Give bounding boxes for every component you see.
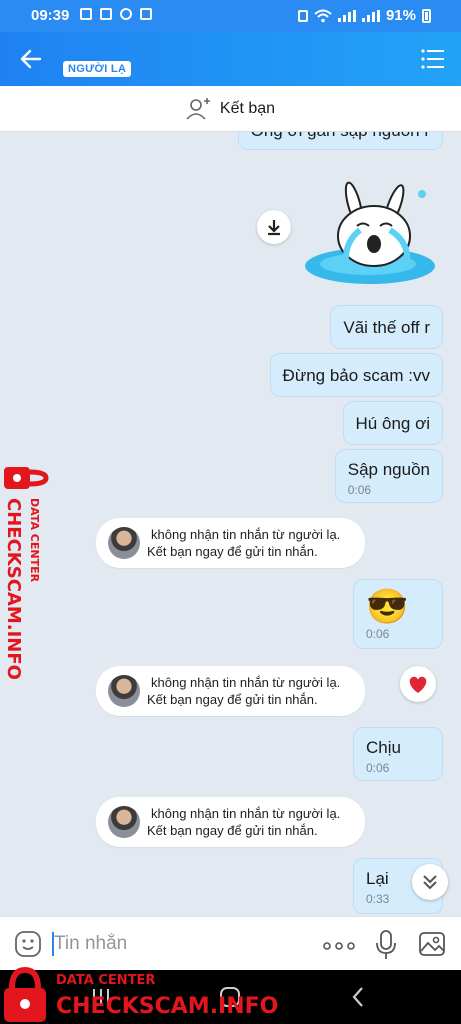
signal-icon-2 [361,9,380,22]
chat-messages[interactable]: Ông ơi gần sập nguồn r Vãi thế off r Đừn… [0,132,461,916]
status-time: 09:39 [31,7,70,24]
download-icon [268,220,280,236]
message-composer [0,916,461,970]
chat-header: NGƯỜI LẠ [0,32,461,86]
watermark-line-2: CHECKSCAM.INFO [3,498,24,680]
more-options-icon[interactable] [323,942,355,950]
message-bubble[interactable]: Ông ơi gần sập nguồn r [237,132,443,150]
notice-line-2: Kết bạn ngay để gửi tin nhắn. [147,692,318,707]
message-time: 0:06 [366,627,390,641]
message-bubble[interactable]: Sập nguồn 0:06 [334,449,443,503]
notice-line-2: Kết bạn ngay để gửi tin nhắn. [147,544,318,559]
watermark-bottom-line-1: DATA CENTER [56,973,155,988]
crying-rabbit-sticker[interactable] [302,174,442,286]
screenshot-notification-icon [140,8,152,20]
microphone-icon[interactable] [375,929,397,961]
message-input[interactable] [52,931,302,957]
lock-icon [297,9,308,22]
stranger-badge: NGƯỜI LẠ [63,61,132,77]
add-friend-label: Kết bạn [219,99,276,117]
system-notice: không nhận tin nhắn từ người lạ. Kết bạn… [96,518,365,568]
checkscam-watermark-vertical: DATA CENTER CHECKSCAM.INFO [3,467,49,680]
notice-line-1: không nhận tin nhắn từ người lạ. [151,806,341,821]
system-notice: không nhận tin nhắn từ người lạ. Kết bạn… [96,666,365,716]
scroll-down-button[interactable] [412,864,448,900]
notice-line-1: không nhận tin nhắn từ người lạ. [151,527,341,542]
menu-list-icon[interactable] [421,48,445,70]
emoji-icon[interactable] [14,930,42,958]
add-friend-button[interactable]: Kết bạn [0,86,461,132]
message-time: 0:06 [347,483,372,497]
message-time: 0:06 [366,761,390,775]
message-bubble[interactable]: Vãi thế off r [330,305,443,349]
notice-line-1: không nhận tin nhắn từ người lạ. [151,675,341,690]
message-text: Đừng bảo scam :vv [282,366,430,385]
watermark-line-1: DATA CENTER [28,498,41,583]
download-button[interactable] [257,210,291,244]
system-notice: không nhận tin nhắn từ người lạ. Kết bạn… [96,797,365,847]
system-indicators: 91% [297,7,431,24]
status-bar: 09:39 91% [0,0,461,32]
back-arrow-icon[interactable] [16,44,46,74]
message-text: Chịu [366,738,401,757]
avatar [108,527,140,559]
message-bubble[interactable]: Hú ông ơi [342,401,443,445]
chrome-notification-icon [120,8,132,20]
checkscam-watermark-bottom: DATA CENTER CHECKSCAM.INFO [4,966,278,1022]
signal-icon [337,9,356,22]
avatar [108,675,140,707]
notification-icons [80,8,152,20]
nav-back-icon[interactable] [350,986,366,1008]
wifi-icon [314,9,332,22]
heart-icon [409,676,427,693]
message-bubble[interactable]: 😎 0:06 [353,579,443,649]
image-icon[interactable] [418,931,446,957]
avatar [108,806,140,838]
notification-app-icon [80,8,92,20]
react-heart-button[interactable] [400,666,436,702]
message-text: Vãi thế off r [343,318,430,337]
message-text: Sập nguồn [347,460,430,479]
message-bubble[interactable]: Đừng bảo scam :vv [269,353,443,397]
double-chevron-down-icon [423,875,437,890]
watermark-bottom-line-2: CHECKSCAM.INFO [56,994,278,1019]
message-bubble[interactable]: Chịu 0:06 [353,727,443,781]
battery-icon [422,8,431,23]
add-friend-icon [186,97,210,120]
notice-line-2: Kết bạn ngay để gửi tin nhắn. [147,823,318,838]
battery-percent: 91% [385,7,416,24]
emoji-message: 😎 [366,588,409,626]
message-text: Hú ông ơi [355,414,430,433]
gallery-notification-icon [100,8,112,20]
message-text: Ông ơi gần sập nguồn r [251,132,430,141]
